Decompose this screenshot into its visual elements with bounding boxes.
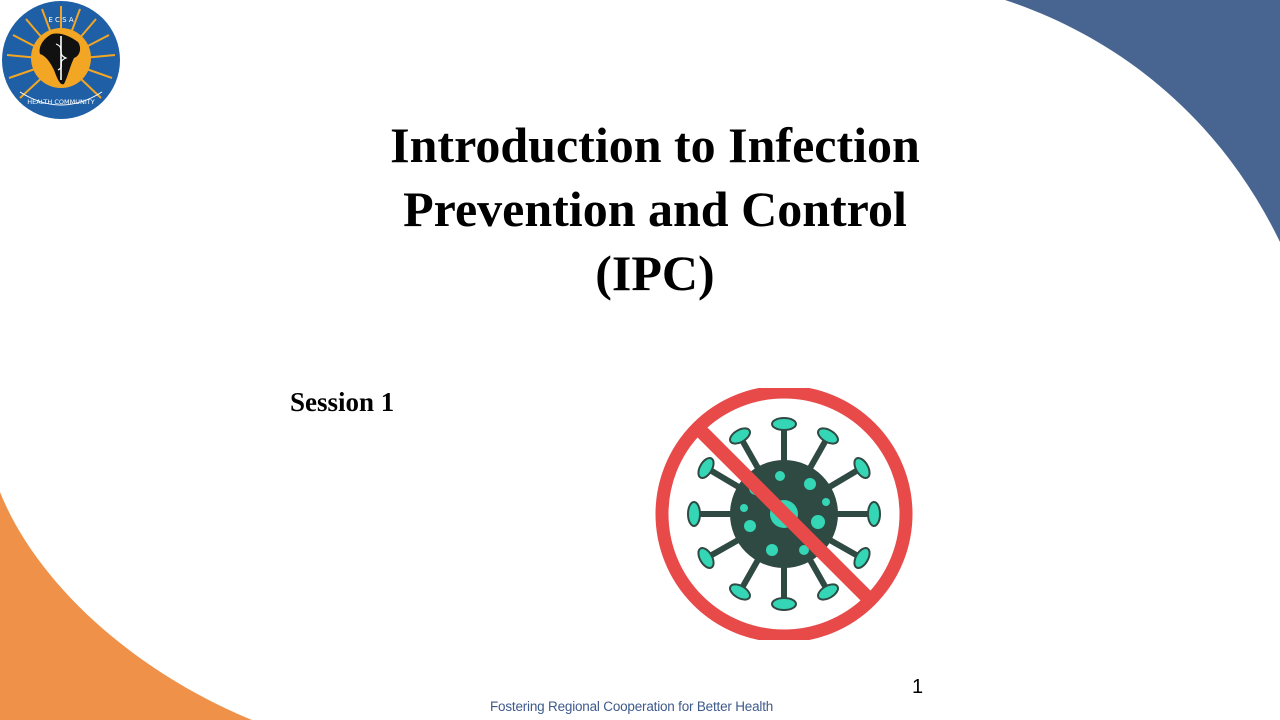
title-line-2: Prevention and Control: [403, 181, 907, 237]
svg-text:HEALTH COMMUNITY: HEALTH COMMUNITY: [27, 98, 94, 106]
prohibited-virus-icon: [655, 385, 913, 643]
bottom-left-orange-shape: [0, 492, 252, 720]
slide: HEALTH COMMUNITY E C S A Introduction to…: [0, 0, 1280, 720]
title-line-1: Introduction to Infection: [390, 117, 920, 173]
no-virus-icon: [648, 385, 920, 643]
title-line-3: (IPC): [595, 245, 715, 301]
top-right-blue-shape: [1005, 0, 1280, 242]
footer-tagline: Fostering Regional Cooperation for Bette…: [490, 699, 774, 714]
svg-text:E C S A: E C S A: [48, 16, 73, 24]
background-shapes: [0, 0, 1280, 720]
page-number: 1: [912, 676, 924, 698]
organization-logo: HEALTH COMMUNITY E C S A: [0, 0, 122, 122]
ecsa-logo-icon: HEALTH COMMUNITY E C S A: [2, 1, 120, 119]
slide-title: Introduction to Infection Prevention and…: [330, 113, 980, 305]
session-label: Session 1: [290, 387, 395, 417]
